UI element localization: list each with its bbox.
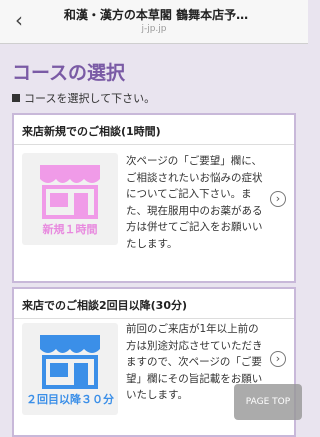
- instruction-label: コースを選択して下さい。: [24, 92, 156, 105]
- course-description: 次ページの「ご要望」欄に、ご相談されたいお悩みの症状についてご記入下さい。また、…: [126, 155, 263, 250]
- store-icon-caption: ２回目以降３０分: [26, 393, 114, 406]
- chevron-right-icon[interactable]: ›: [270, 191, 286, 207]
- top-navigation-bar: ‹ 和漢・漢方の本草閣 鶴舞本店予… j-jp.jp: [0, 0, 308, 44]
- bullet-square-icon: [12, 94, 20, 102]
- course-title: 来店新規でのご相談(1時間): [14, 115, 294, 145]
- store-icon: 新規１時間: [22, 153, 118, 245]
- site-title: 和漢・漢方の本草閣 鶴舞本店予…: [63, 8, 249, 22]
- site-url: j-jp.jp: [141, 24, 167, 34]
- page-title: コースの選択: [12, 62, 126, 84]
- store-icon: ２回目以降３０分: [22, 323, 118, 415]
- course-card-new[interactable]: 来店新規でのご相談(1時間) 新規１時間 次ページの「ご要望」欄に、ご相談された…: [12, 113, 296, 283]
- store-icon-caption: 新規１時間: [42, 223, 98, 236]
- page-top-button[interactable]: PAGE TOP: [234, 384, 302, 420]
- instruction-text: コースを選択して下さい。: [12, 90, 155, 106]
- chevron-right-icon[interactable]: ›: [270, 351, 286, 367]
- course-title: 来店でのご相談2回目以降(30分): [14, 289, 294, 319]
